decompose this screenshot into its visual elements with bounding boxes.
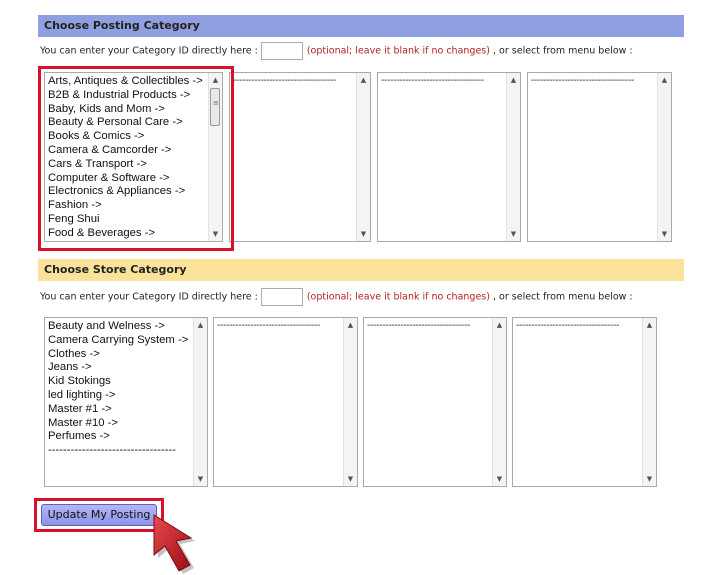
list-item[interactable]: ----------------------------------: [233, 74, 370, 88]
list-item[interactable]: ----------------------------------: [516, 319, 656, 333]
listbox-scrollbar[interactable]: ▲ ▼: [657, 73, 671, 241]
list-item[interactable]: ----------------------------------: [217, 319, 357, 333]
scroll-down-arrow-icon[interactable]: ▼: [643, 472, 656, 486]
store-listbox-scrollbar[interactable]: ▲ ▼: [193, 318, 207, 486]
store-category-id-input[interactable]: [260, 288, 303, 306]
posting-menu-prompt: , or select from menu below :: [493, 45, 633, 57]
posting-id-row: You can enter your Category ID directly …: [40, 42, 633, 60]
list-item[interactable]: Beauty and Welness ->: [48, 320, 207, 334]
listbox-scrollbar[interactable]: ▲ ▼: [356, 73, 370, 241]
store-id-row: You can enter your Category ID directly …: [40, 288, 633, 306]
listbox-scrollbar[interactable]: ▲ ▼: [343, 318, 357, 486]
listbox-scrollbar[interactable]: ▲ ▼: [492, 318, 506, 486]
list-item[interactable]: Camera Carrying System ->: [48, 334, 207, 348]
scroll-up-arrow-icon[interactable]: ▲: [357, 73, 370, 87]
list-item[interactable]: ----------------------------------: [367, 319, 506, 333]
list-item[interactable]: Kid Stokings: [48, 375, 207, 389]
scroll-up-arrow-icon[interactable]: ▲: [344, 318, 357, 332]
store-subcategory-listbox-2[interactable]: ---------------------------------- ▲ ▼: [363, 317, 507, 487]
list-item[interactable]: Perfumes ->: [48, 430, 207, 444]
store-menu-prompt: , or select from menu below :: [493, 291, 633, 303]
store-category-header: Choose Store Category: [38, 259, 684, 281]
posting-id-prompt: You can enter your Category ID directly …: [40, 45, 258, 57]
scroll-down-arrow-icon[interactable]: ▼: [194, 472, 207, 486]
red-pointer-arrow-icon: [153, 514, 195, 574]
listbox-scrollbar[interactable]: ▲ ▼: [642, 318, 656, 486]
scroll-down-arrow-icon[interactable]: ▼: [344, 472, 357, 486]
scroll-down-arrow-icon[interactable]: ▼: [507, 227, 520, 241]
list-item[interactable]: ----------------------------------: [381, 74, 520, 88]
scroll-down-arrow-icon[interactable]: ▼: [493, 472, 506, 486]
store-subcategory-listbox-3[interactable]: ---------------------------------- ▲ ▼: [512, 317, 657, 487]
posting-category-id-input[interactable]: [260, 42, 303, 60]
posting-category-highlight: [38, 66, 234, 251]
scroll-down-arrow-icon[interactable]: ▼: [357, 227, 370, 241]
store-category-listbox[interactable]: Beauty and Welness -> Camera Carrying Sys…: [44, 317, 208, 487]
posting-subcategory-listbox-3[interactable]: ---------------------------------- ▲ ▼: [527, 72, 672, 242]
posting-optional-note: (optional; leave it blank if no changes): [306, 45, 490, 57]
store-id-prompt: You can enter your Category ID directly …: [40, 291, 258, 303]
scroll-down-arrow-icon[interactable]: ▼: [658, 227, 671, 241]
scroll-up-arrow-icon[interactable]: ▲: [658, 73, 671, 87]
listbox-scrollbar[interactable]: ▲ ▼: [506, 73, 520, 241]
list-item[interactable]: Master #1 ->: [48, 403, 207, 417]
scroll-up-arrow-icon[interactable]: ▲: [507, 73, 520, 87]
posting-subcategory-listbox-1[interactable]: ---------------------------------- ▲ ▼: [229, 72, 371, 242]
store-optional-note: (optional; leave it blank if no changes): [306, 291, 490, 303]
posting-category-header: Choose Posting Category: [38, 15, 684, 37]
list-item[interactable]: Clothes ->: [48, 348, 207, 362]
list-item[interactable]: ----------------------------------: [48, 444, 207, 458]
list-item[interactable]: Jeans ->: [48, 361, 207, 375]
list-item[interactable]: ----------------------------------: [531, 74, 671, 88]
store-subcategory-listbox-1[interactable]: ---------------------------------- ▲ ▼: [213, 317, 358, 487]
list-item[interactable]: led lighting ->: [48, 389, 207, 403]
scroll-up-arrow-icon[interactable]: ▲: [643, 318, 656, 332]
posting-subcategory-listbox-2[interactable]: ---------------------------------- ▲ ▼: [377, 72, 521, 242]
list-item[interactable]: Master #10 ->: [48, 417, 207, 431]
scroll-up-arrow-icon[interactable]: ▲: [194, 318, 207, 332]
scroll-up-arrow-icon[interactable]: ▲: [493, 318, 506, 332]
